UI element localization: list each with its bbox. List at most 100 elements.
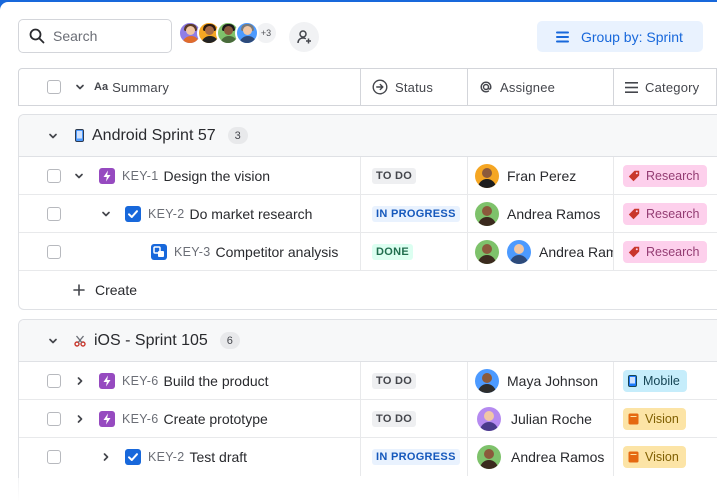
task-checkbox-icon — [125, 449, 141, 465]
group-title: Android Sprint 57 — [92, 126, 216, 144]
sprint-group: Android Sprint 57 3 KEY-1 Design the vis… — [18, 114, 717, 310]
notebook-icon — [628, 413, 639, 424]
create-issue-button[interactable]: Create — [19, 271, 717, 309]
assignee-cell[interactable]: Andrea Ram — [468, 233, 614, 270]
assignee-cell[interactable]: Andrea Ramos — [468, 438, 614, 476]
category-tag[interactable]: Research — [623, 164, 707, 187]
search-box[interactable] — [18, 19, 172, 53]
status-cell[interactable]: IN PROGRESS — [361, 438, 468, 476]
table-row[interactable]: KEY-6 Create prototype TO DO Julian Roch… — [19, 400, 717, 438]
chevron-down-icon[interactable] — [74, 171, 84, 181]
row-checkbox[interactable] — [47, 244, 61, 259]
issue-summary[interactable]: KEY-2 Test draft — [125, 449, 247, 465]
add-people-button[interactable] — [289, 22, 319, 52]
assignee-name: Andrea Ram — [539, 243, 614, 260]
chevron-down-icon[interactable] — [75, 82, 85, 92]
group-header[interactable]: iOS - Sprint 105 6 — [19, 320, 717, 362]
bottom-fade — [0, 478, 717, 501]
group-header[interactable]: Android Sprint 57 3 — [19, 115, 717, 157]
assignee-name: Maya Johnson — [507, 372, 599, 389]
issue-key[interactable]: KEY-3 — [174, 245, 210, 259]
column-status-label: Status — [395, 79, 434, 95]
category-tag[interactable]: Vision — [623, 446, 686, 468]
plus-icon — [73, 284, 85, 296]
table-row[interactable]: KEY-6 Build the product TO DO Maya Johns… — [19, 362, 717, 400]
assignee-name: Julian Roche — [511, 410, 592, 427]
issue-title[interactable]: Build the product — [163, 373, 268, 389]
issue-summary[interactable]: KEY-6 Create prototype — [99, 410, 268, 427]
status-badge[interactable]: TO DO — [372, 167, 417, 184]
summary-cell: KEY-3 Competitor analysis — [19, 233, 361, 270]
assignee-cell[interactable]: Maya Johnson — [468, 362, 614, 399]
issue-key[interactable]: KEY-2 — [148, 450, 184, 464]
category-cell[interactable]: Vision — [614, 400, 717, 437]
issue-title[interactable]: Test draft — [189, 449, 247, 465]
issue-title[interactable]: Competitor analysis — [215, 244, 338, 260]
row-checkbox[interactable] — [47, 450, 61, 464]
status-badge[interactable]: DONE — [372, 243, 413, 260]
row-checkbox[interactable] — [47, 373, 61, 388]
team-avatars[interactable]: +3 — [178, 21, 278, 45]
status-badge[interactable]: IN PROGRESS — [372, 205, 460, 222]
chevron-right-icon[interactable] — [101, 452, 111, 462]
chevron-down-icon[interactable] — [101, 209, 111, 219]
issue-summary[interactable]: KEY-3 Competitor analysis — [151, 243, 338, 260]
status-badge[interactable]: TO DO — [372, 410, 417, 427]
category-cell[interactable]: Research — [614, 157, 717, 194]
status-cell[interactable]: DONE — [361, 233, 468, 270]
assignee-name: Andrea Ramos — [507, 205, 601, 222]
table-row[interactable]: KEY-1 Design the vision TO DO Fran Perez — [19, 157, 717, 195]
issue-title[interactable]: Do market research — [189, 206, 312, 222]
issue-summary[interactable]: KEY-2 Do market research — [125, 205, 312, 222]
row-checkbox[interactable] — [47, 168, 61, 183]
assignee-cell[interactable]: Fran Perez — [468, 157, 614, 194]
summary-cell: KEY-6 Create prototype — [19, 400, 361, 437]
search-input[interactable] — [53, 28, 153, 44]
issue-key[interactable]: KEY-6 — [122, 374, 158, 388]
row-checkbox[interactable] — [47, 411, 61, 426]
column-summary[interactable]: Aa Summary — [19, 69, 361, 105]
category-tag[interactable]: Research — [623, 240, 707, 263]
column-status[interactable]: Status — [361, 69, 468, 105]
select-all-checkbox[interactable] — [47, 80, 61, 94]
table-row[interactable]: KEY-2 Do market research IN PROGRESS And… — [19, 195, 717, 233]
category-cell[interactable]: Research — [614, 233, 717, 270]
avatar — [507, 239, 531, 264]
column-assignee-label: Assignee — [500, 79, 556, 95]
menu-lines-icon — [556, 31, 569, 42]
issue-title[interactable]: Design the vision — [163, 168, 270, 184]
issue-summary[interactable]: KEY-1 Design the vision — [99, 167, 270, 184]
table-row[interactable]: KEY-2 Test draft IN PROGRESS Andrea Ramo… — [19, 438, 717, 476]
chevron-right-icon[interactable] — [75, 414, 85, 424]
status-cell[interactable]: TO DO — [361, 157, 468, 194]
status-badge[interactable]: IN PROGRESS — [372, 449, 460, 465]
chevron-down-icon[interactable] — [48, 336, 58, 346]
table-row[interactable]: KEY-3 Competitor analysis DONE Andrea Ra… — [19, 233, 717, 271]
status-badge[interactable]: TO DO — [372, 372, 417, 389]
issue-key[interactable]: KEY-6 — [122, 412, 158, 426]
status-cell[interactable]: TO DO — [361, 400, 468, 437]
issue-summary[interactable]: KEY-6 Build the product — [99, 372, 269, 389]
category-tag[interactable]: Vision — [623, 407, 686, 430]
assignee-cell[interactable]: Andrea Ramos — [468, 195, 614, 232]
app-window: +3 Group by: Sprint Aa Summary — [0, 2, 717, 501]
chevron-right-icon[interactable] — [75, 376, 85, 386]
avatar[interactable] — [235, 21, 259, 45]
status-cell[interactable]: TO DO — [361, 362, 468, 399]
issue-key[interactable]: KEY-2 — [148, 207, 184, 221]
column-assignee[interactable]: Assignee — [468, 69, 614, 105]
group-by-sprint-button[interactable]: Group by: Sprint — [537, 21, 703, 52]
category-cell[interactable]: Vision — [614, 438, 717, 476]
row-checkbox[interactable] — [47, 206, 61, 221]
chevron-down-icon[interactable] — [48, 131, 58, 141]
assignee-name: Fran Perez — [507, 167, 577, 184]
column-category[interactable]: Category — [614, 69, 716, 105]
category-tag[interactable]: Mobile — [623, 369, 687, 392]
assignee-cell[interactable]: Julian Roche — [468, 400, 614, 437]
status-cell[interactable]: IN PROGRESS — [361, 195, 468, 232]
issue-key[interactable]: KEY-1 — [122, 169, 158, 183]
category-cell[interactable]: Research — [614, 195, 717, 232]
category-cell[interactable]: Mobile — [614, 362, 717, 399]
category-tag[interactable]: Research — [623, 202, 707, 225]
issue-title[interactable]: Create prototype — [163, 411, 267, 427]
